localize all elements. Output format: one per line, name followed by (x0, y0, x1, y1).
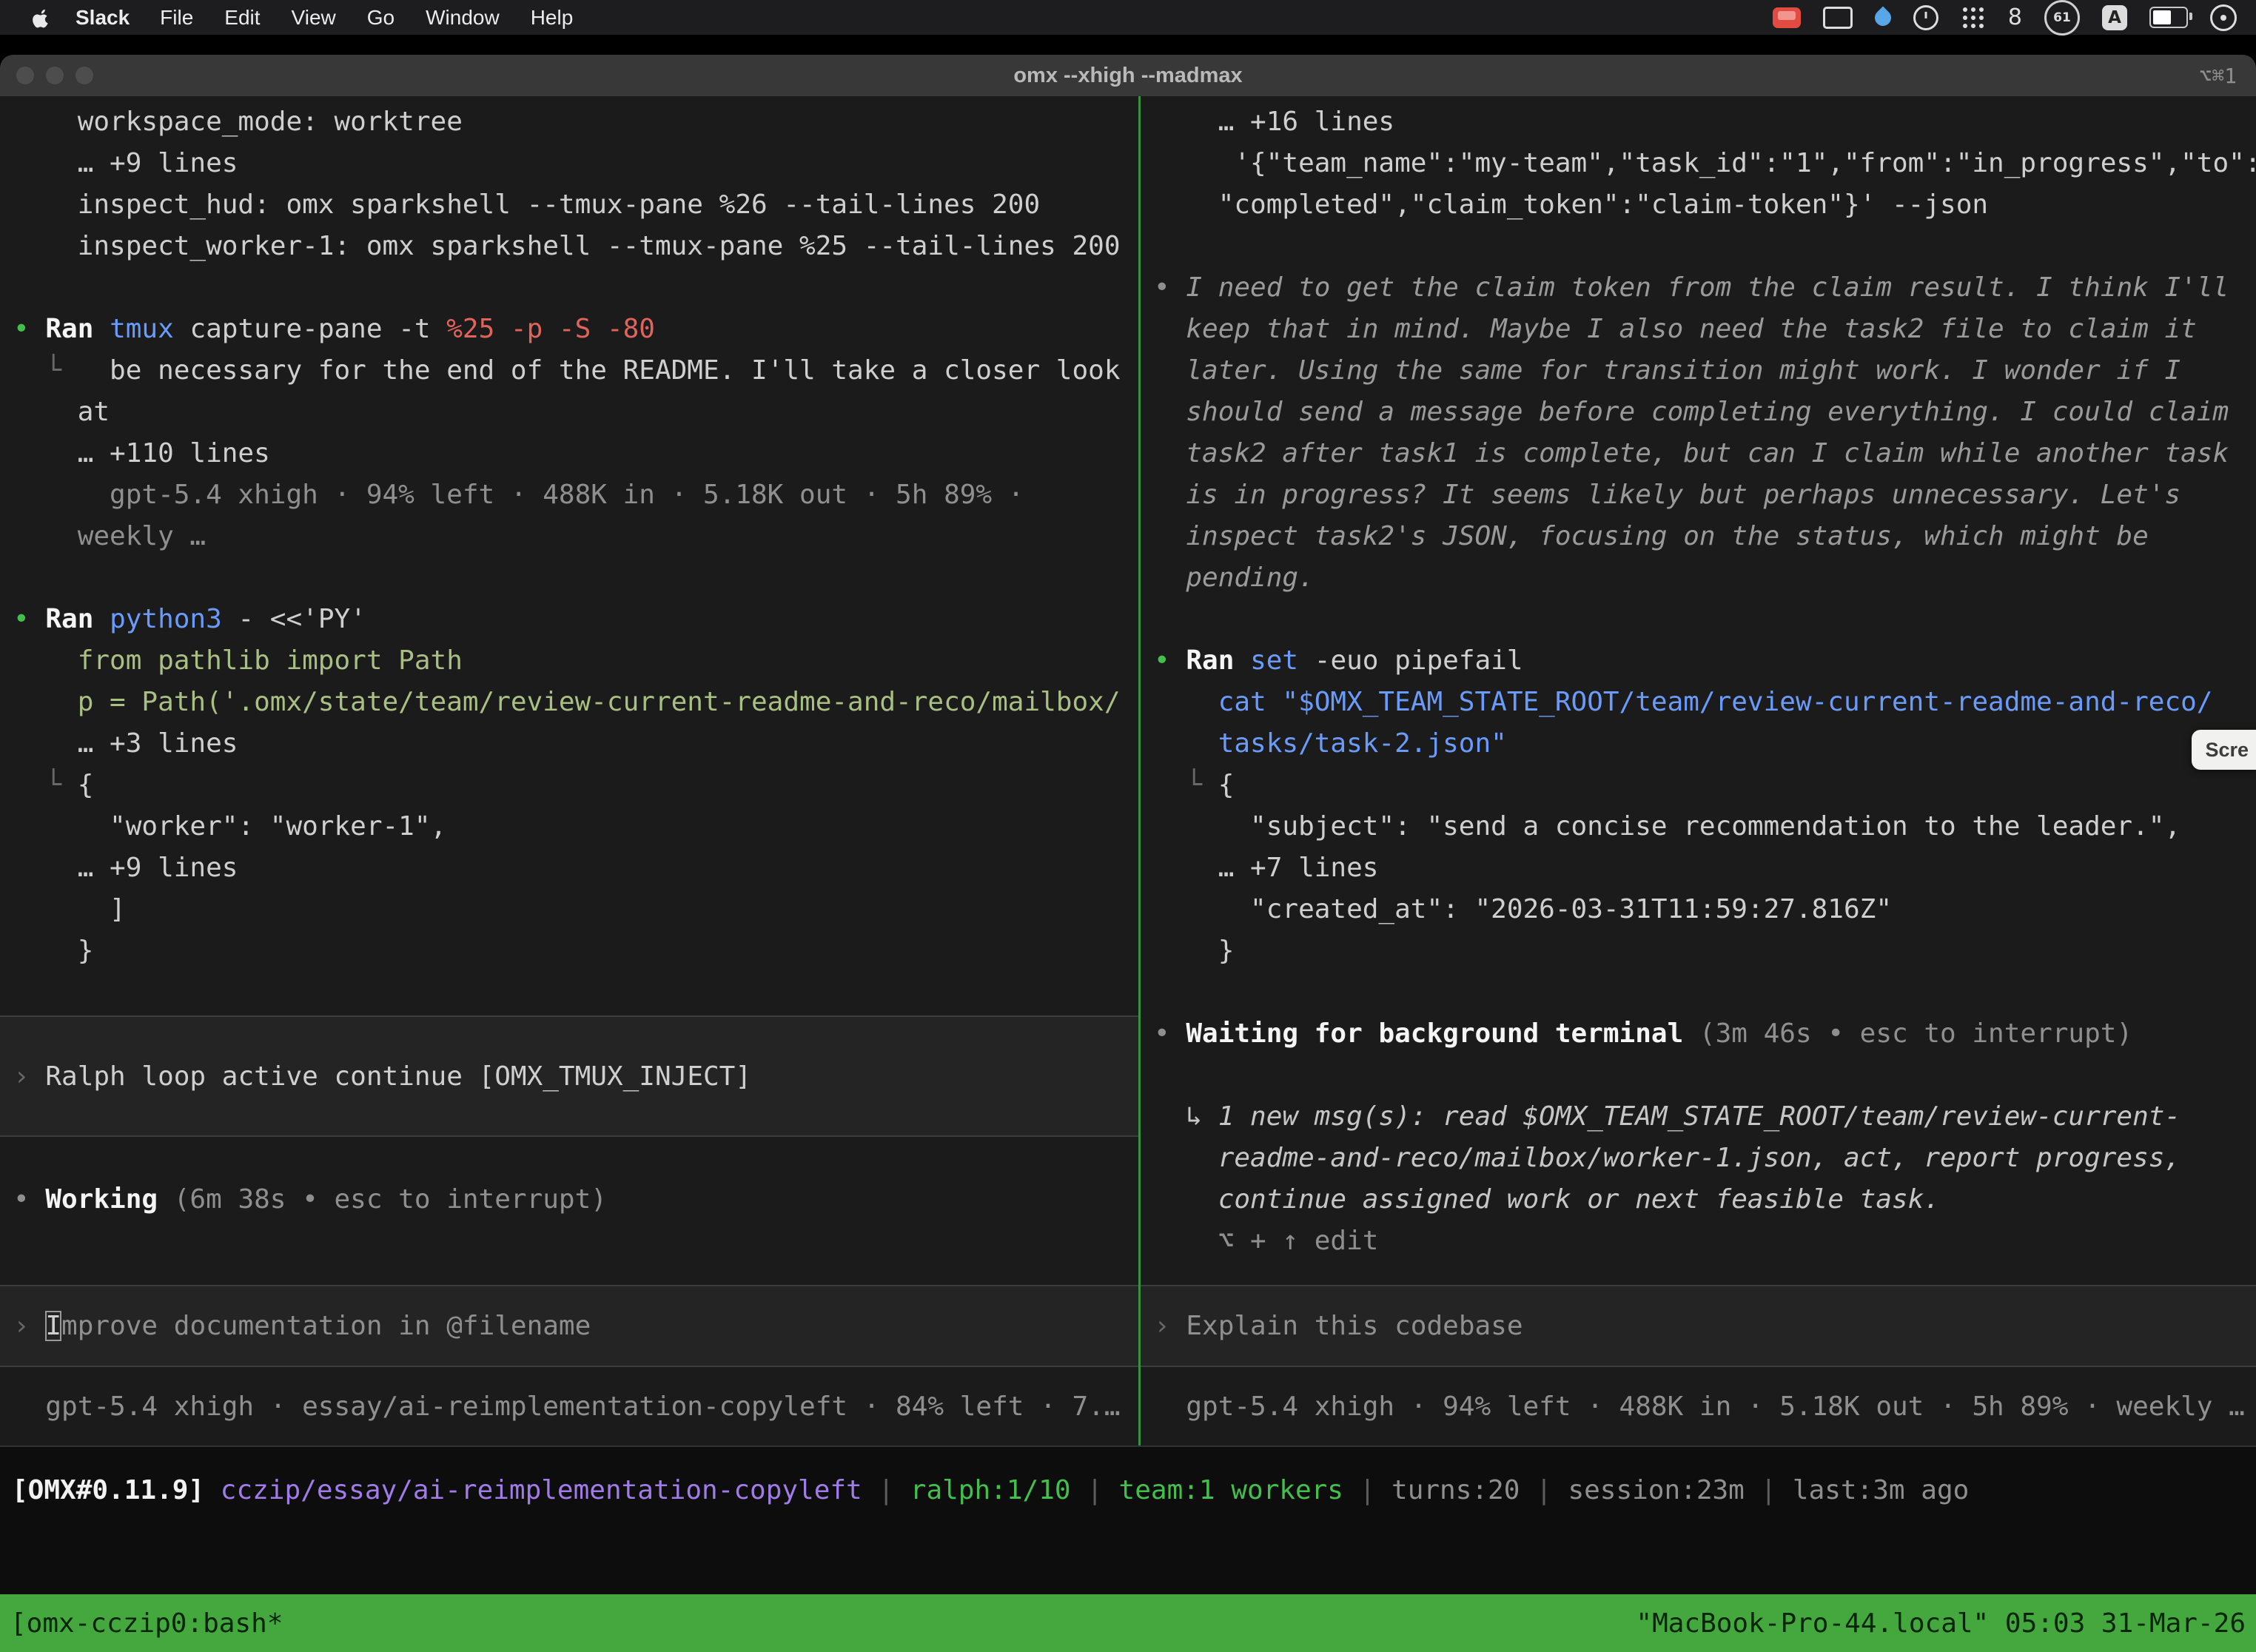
terminal-line: ⌥ + ↑ edit (1141, 1220, 2256, 1262)
window-title: omx --xhigh --madmax (0, 64, 2256, 88)
menu-left: Slack FileEditViewGoWindowHelp (0, 6, 588, 30)
right-pane[interactable]: … +16 lines '{"team_name":"my-team","tas… (1141, 96, 2256, 1446)
left-pane[interactable]: workspace_mode: worktree … +9 lines insp… (0, 96, 1138, 1446)
menu-bar: Slack FileEditViewGoWindowHelp 8 61 A (0, 0, 2256, 35)
screen-recording-indicator-icon[interactable] (1773, 7, 1801, 28)
terminal-line: readme-and-reco/mailbox/worker-1.json, a… (1141, 1138, 2256, 1179)
tmux-host-clock: "MacBook-Pro-44.local" 05:03 31-Mar-26 (1636, 1608, 2246, 1639)
prompt-box[interactable]: › Ralph loop active continue [OMX_TMUX_I… (0, 1015, 1138, 1137)
window-titlebar[interactable]: omx --xhigh --madmax ⌥⌘1 (0, 55, 2256, 97)
terminal-line: "created_at": "2026-03-31T11:59:27.816Z" (1141, 889, 2256, 930)
terminal-line: "subject": "send a concise recommendatio… (1141, 806, 2256, 847)
minimize-button[interactable] (46, 67, 64, 84)
terminal-line: • Waiting for background terminal (3m 46… (1141, 1013, 2256, 1055)
terminal-line: pending. (1141, 557, 2256, 599)
droplet-icon[interactable] (1871, 6, 1894, 29)
keyboard-grid-icon[interactable] (1823, 7, 1853, 29)
terminal-line: '{"team_name":"my-team","task_id":"1","f… (1141, 143, 2256, 184)
terminal-line: weekly … (0, 516, 1138, 557)
prompt-box[interactable]: › Explain this codebase (1141, 1285, 2256, 1367)
zoom-button[interactable] (75, 67, 93, 84)
terminal-line: task2 after task1 is complete, but can I… (1141, 433, 2256, 474)
menu-edit[interactable]: Edit (209, 6, 275, 30)
terminal-line: • Working (6m 38s • esc to interrupt) (0, 1179, 1138, 1220)
window-shortcut-hint: ⌥⌘1 (2199, 64, 2237, 88)
fan-icon[interactable] (2210, 4, 2237, 31)
terminal-line: should send a message before completing … (1141, 392, 2256, 433)
terminal-line: is in progress? It seems likely but perh… (1141, 474, 2256, 516)
app-menu-slack[interactable]: Slack (61, 6, 144, 30)
terminal-line: • Ran set -euo pipefail (1141, 640, 2256, 682)
terminal-line: gpt-5.4 xhigh · 94% left · 488K in · 5.1… (1141, 1386, 2256, 1428)
hotkey-8-icon[interactable]: 8 (2008, 4, 2022, 30)
menu-status-icons: 8 61 A (1773, 0, 2256, 36)
menu-items: FileEditViewGoWindowHelp (144, 6, 588, 30)
menu-window[interactable]: Window (410, 6, 515, 30)
terminal-window: omx --xhigh --madmax ⌥⌘1 workspace_mode:… (0, 55, 2256, 1652)
terminal-line: at (0, 392, 1138, 433)
terminal-line: } (0, 930, 1138, 972)
terminal-line: … +9 lines (0, 143, 1138, 184)
terminal-line: "worker": "worker-1", (0, 806, 1138, 847)
tmux-session-label: [omx-cczip0:bash* (10, 1608, 283, 1639)
menu-help[interactable]: Help (515, 6, 589, 30)
terminal-line: inspect task2's JSON, focusing on the st… (1141, 516, 2256, 557)
terminal-line: "completed","claim_token":"claim-token"}… (1141, 184, 2256, 226)
terminal-line: inspect_worker-1: omx sparkshell --tmux-… (0, 226, 1138, 267)
terminal-line: } (1141, 930, 2256, 972)
battery-icon[interactable] (2149, 7, 2188, 28)
omx-status-line: [OMX#0.11.9] cczip/essay/ai-reimplementa… (0, 1470, 2256, 1511)
terminal-line: • I need to get the claim token from the… (1141, 267, 2256, 309)
menu-view[interactable]: View (276, 6, 352, 30)
close-button[interactable] (16, 67, 34, 84)
terminal-line: from pathlib import Path (0, 640, 1138, 682)
input-source-icon[interactable]: A (2102, 5, 2127, 30)
terminal-line: keep that in mind. Maybe I also need the… (1141, 309, 2256, 350)
terminal-line: … +110 lines (0, 433, 1138, 474)
terminal-line: tasks/task-2.json" (1141, 723, 2256, 765)
terminal-line: … +3 lines (0, 723, 1138, 765)
terminal-line: inspect_hud: omx sparkshell --tmux-pane … (0, 184, 1138, 226)
prompt-box[interactable]: › Improve documentation in @filename (0, 1285, 1138, 1367)
terminal-line: ↳ 1 new msg(s): read $OMX_TEAM_STATE_ROO… (1141, 1096, 2256, 1138)
terminal-line: gpt-5.4 xhigh · 94% left · 488K in · 5.1… (0, 474, 1138, 516)
terminal-line: └ { (0, 765, 1138, 806)
pane-separator (0, 1446, 2256, 1447)
terminal-line: … +16 lines (1141, 101, 2256, 143)
terminal-line: • Ran python3 - <<'PY' (0, 599, 1138, 640)
app-grid-icon[interactable] (1961, 5, 1986, 30)
terminal-line: later. Using the same for transition mig… (1141, 350, 2256, 392)
screenshot-overlay-label[interactable]: Scre (2192, 730, 2256, 770)
apple-menu-icon[interactable] (19, 7, 61, 29)
menu-file[interactable]: File (144, 6, 209, 30)
terminal-line: … +9 lines (0, 847, 1138, 889)
terminal-line: └ be necessary for the end of the README… (0, 350, 1138, 392)
terminal-line: gpt-5.4 xhigh · essay/ai-reimplementatio… (0, 1386, 1138, 1428)
terminal-line: workspace_mode: worktree (0, 101, 1138, 143)
clock-icon[interactable] (1913, 5, 1938, 30)
terminal-line: • Ran tmux capture-pane -t %25 -p -S -80 (0, 309, 1138, 350)
terminal-line: cat "$OMX_TEAM_STATE_ROOT/team/review-cu… (1141, 682, 2256, 723)
terminal-line: ] (0, 889, 1138, 930)
battery-percent-icon[interactable]: 61 (2044, 0, 2080, 36)
terminal-line: … +7 lines (1141, 847, 2256, 889)
tmux-status-bar: [omx-cczip0:bash* "MacBook-Pro-44.local"… (0, 1594, 2256, 1652)
menu-go[interactable]: Go (352, 6, 410, 30)
terminal-line: continue assigned work or next feasible … (1141, 1179, 2256, 1220)
terminal-line: p = Path('.omx/state/team/review-current… (0, 682, 1138, 723)
terminal-line: └ { (1141, 765, 2256, 806)
